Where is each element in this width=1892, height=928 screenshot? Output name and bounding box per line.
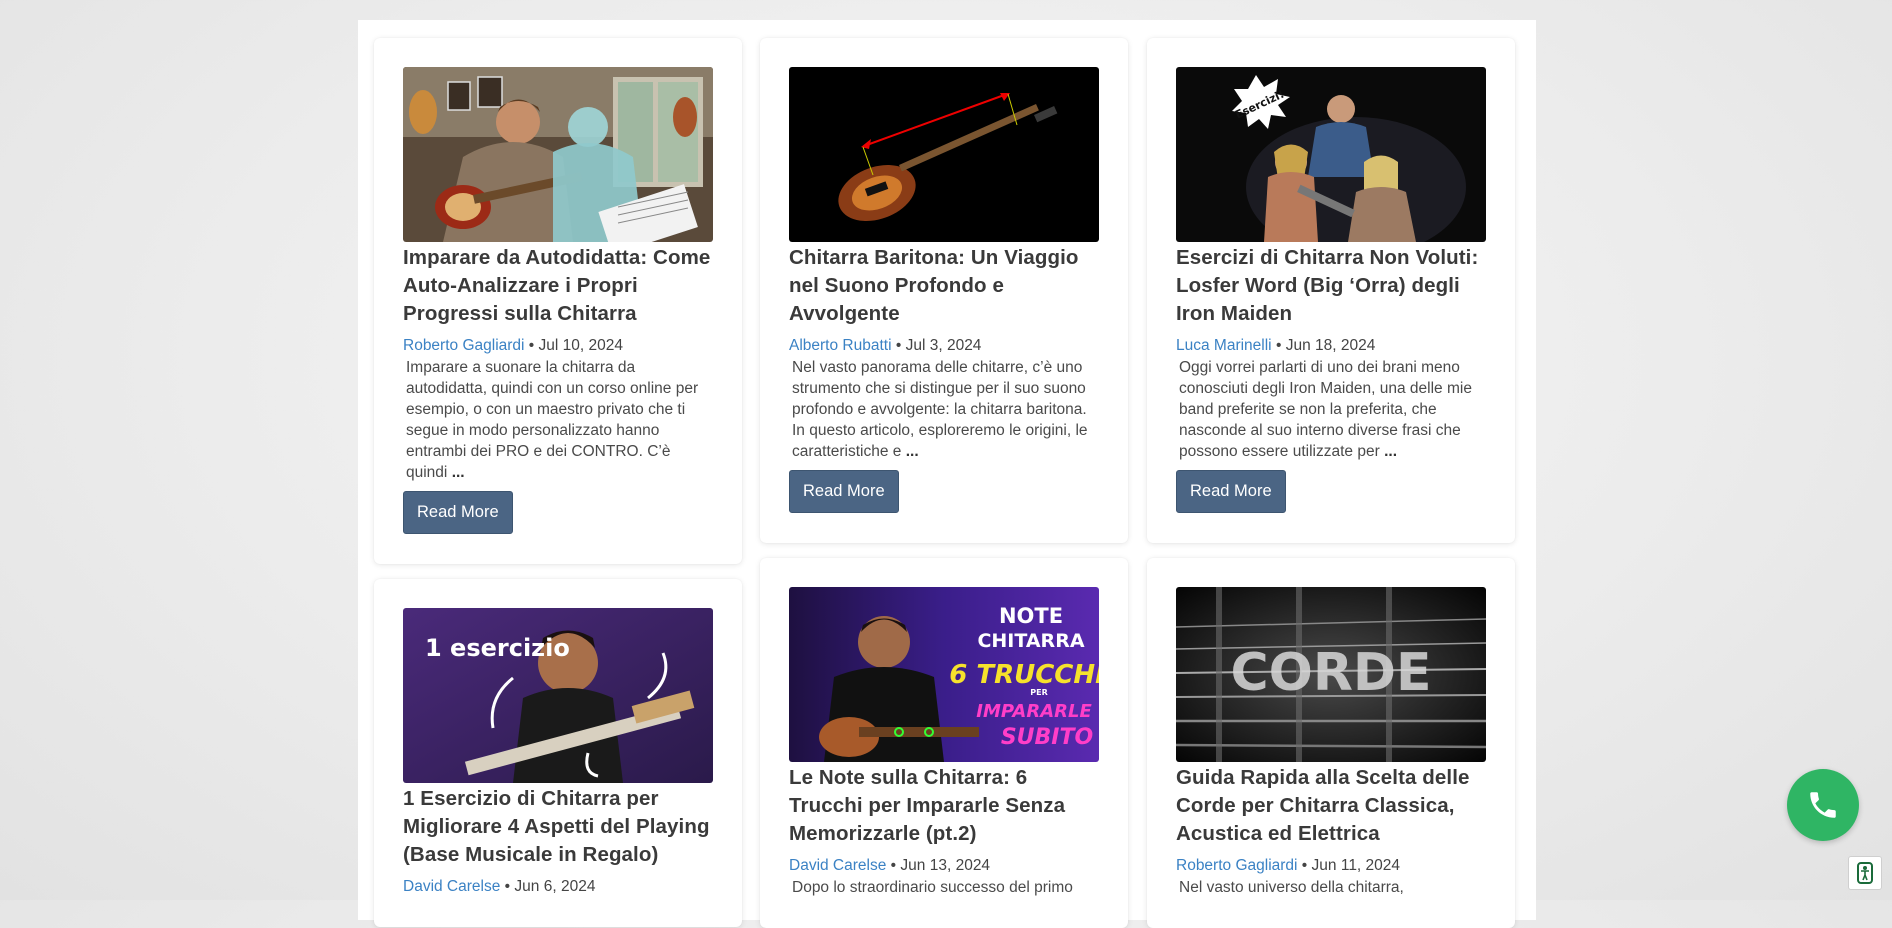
post-thumbnail[interactable] <box>789 67 1099 242</box>
accessibility-icon <box>1857 862 1873 884</box>
post-excerpt: Nel vasto universo della chitarra, <box>1176 877 1486 898</box>
overlay-line-2: CHITARRA <box>977 630 1084 652</box>
meta-separator: • <box>528 337 535 354</box>
corde-overlay-text: CORDE <box>1230 643 1431 703</box>
post-date: Jun 11, 2024 <box>1311 857 1401 874</box>
overlay-line-6: SUBITO <box>1001 725 1093 750</box>
post-card: 1 esercizio 1 Esercizio di Chitarra per … <box>374 579 742 927</box>
post-title[interactable]: 1 Esercizio di Chitarra per Migliorare 4… <box>403 785 713 869</box>
accessibility-button[interactable] <box>1848 856 1882 890</box>
post-thumbnail[interactable]: CORDE <box>1176 587 1486 762</box>
iron-maiden-image: Esercizi! <box>1176 67 1486 242</box>
overlay-line-3: 6 TRUCCHI <box>949 660 1099 690</box>
post-excerpt: Nel vasto panorama delle chitarre, c’è u… <box>789 357 1099 462</box>
excerpt-text: Imparare a suonare la chitarra da autodi… <box>406 359 699 481</box>
esercizio-overlay-text: 1 esercizio <box>425 634 570 662</box>
post-thumbnail[interactable]: Esercizi! <box>1176 67 1486 242</box>
post-author-link[interactable]: David Carelse <box>789 857 886 874</box>
post-title[interactable]: Chitarra Baritona: Un Viaggio nel Suono … <box>789 244 1099 328</box>
post-meta: Roberto Gagliardi • Jul 10, 2024 <box>403 336 713 356</box>
post-thumbnail[interactable]: NOTE CHITARRA 6 TRUCCHI PER IMPARARLE SU… <box>789 587 1099 762</box>
post-card: Esercizi! Esercizi di Chitarra Non Volut… <box>1147 38 1515 543</box>
post-date: Jul 3, 2024 <box>905 337 982 354</box>
post-card: NOTE CHITARRA 6 TRUCCHI PER IMPARARLE SU… <box>760 558 1128 928</box>
post-author-link[interactable]: Alberto Rubatti <box>789 337 892 354</box>
read-more-button[interactable]: Read More <box>789 470 899 513</box>
overlay-line-4: PER <box>1030 688 1048 697</box>
phone-icon <box>1810 792 1836 818</box>
read-more-button[interactable]: Read More <box>403 491 513 534</box>
meta-separator: • <box>895 337 902 354</box>
excerpt-text: Dopo lo straordinario successo del primo <box>792 879 1073 896</box>
post-author-link[interactable]: David Carelse <box>403 878 500 895</box>
excerpt-ellipsis: ... <box>1384 443 1397 460</box>
meta-separator: • <box>1275 337 1282 354</box>
post-author-link[interactable]: Roberto Gagliardi <box>403 337 524 354</box>
excerpt-ellipsis: ... <box>451 464 465 481</box>
post-thumbnail[interactable] <box>403 67 713 242</box>
excerpt-text: Nel vasto universo della chitarra, <box>1179 879 1404 896</box>
post-date: Jun 13, 2024 <box>900 857 991 874</box>
excerpt-text: Oggi vorrei parlarti di uno dei brani me… <box>1179 359 1472 460</box>
post-date: Jun 18, 2024 <box>1285 337 1376 354</box>
post-meta: Alberto Rubatti • Jul 3, 2024 <box>789 336 1099 356</box>
excerpt-ellipsis: ... <box>905 443 919 460</box>
post-date: Jul 10, 2024 <box>538 337 624 354</box>
guitar-exercise-image: 1 esercizio <box>403 608 713 783</box>
post-meta: David Carelse • Jun 13, 2024 <box>789 856 1099 876</box>
post-card: CORDE Guida Rapida alla Scelta delle Cor… <box>1147 558 1515 928</box>
note-chitarra-image: NOTE CHITARRA 6 TRUCCHI PER IMPARARLE SU… <box>789 587 1099 762</box>
post-title[interactable]: Guida Rapida alla Scelta delle Corde per… <box>1176 764 1486 848</box>
post-excerpt: Oggi vorrei parlarti di uno dei brani me… <box>1176 357 1486 462</box>
baritone-guitar-image <box>789 67 1099 242</box>
overlay-line-5: IMPARARLE <box>976 701 1092 722</box>
post-title[interactable]: Le Note sulla Chitarra: 6 Trucchi per Im… <box>789 764 1099 848</box>
post-excerpt: Dopo lo straordinario successo del primo <box>789 877 1099 898</box>
meta-separator: • <box>1301 857 1308 874</box>
post-card: Chitarra Baritona: Un Viaggio nel Suono … <box>760 38 1128 543</box>
post-author-link[interactable]: Luca Marinelli <box>1176 337 1272 354</box>
post-meta: David Carelse • Jun 6, 2024 <box>403 877 713 897</box>
call-button[interactable] <box>1787 769 1859 841</box>
meta-separator: • <box>890 857 897 874</box>
post-thumbnail[interactable]: 1 esercizio <box>403 608 713 783</box>
post-date: Jun 6, 2024 <box>514 878 596 895</box>
excerpt-text: Nel vasto panorama delle chitarre, c’è u… <box>792 359 1088 460</box>
post-meta: Roberto Gagliardi • Jun 11, 2024 <box>1176 856 1486 876</box>
meta-separator: • <box>504 878 511 895</box>
post-title[interactable]: Esercizi di Chitarra Non Voluti: Losfer … <box>1176 244 1486 328</box>
overlay-line-1: NOTE <box>999 604 1063 628</box>
post-excerpt: Imparare a suonare la chitarra da autodi… <box>403 357 713 483</box>
guitar-lesson-image <box>403 67 713 242</box>
read-more-button[interactable]: Read More <box>1176 470 1286 513</box>
post-card: Imparare da Autodidatta: Come Auto-Anali… <box>374 38 742 564</box>
post-title[interactable]: Imparare da Autodidatta: Come Auto-Anali… <box>403 244 713 328</box>
corde-image: CORDE <box>1176 587 1486 762</box>
post-author-link[interactable]: Roberto Gagliardi <box>1176 857 1297 874</box>
blog-grid: Imparare da Autodidatta: Come Auto-Anali… <box>358 20 1536 928</box>
post-meta: Luca Marinelli • Jun 18, 2024 <box>1176 336 1486 356</box>
